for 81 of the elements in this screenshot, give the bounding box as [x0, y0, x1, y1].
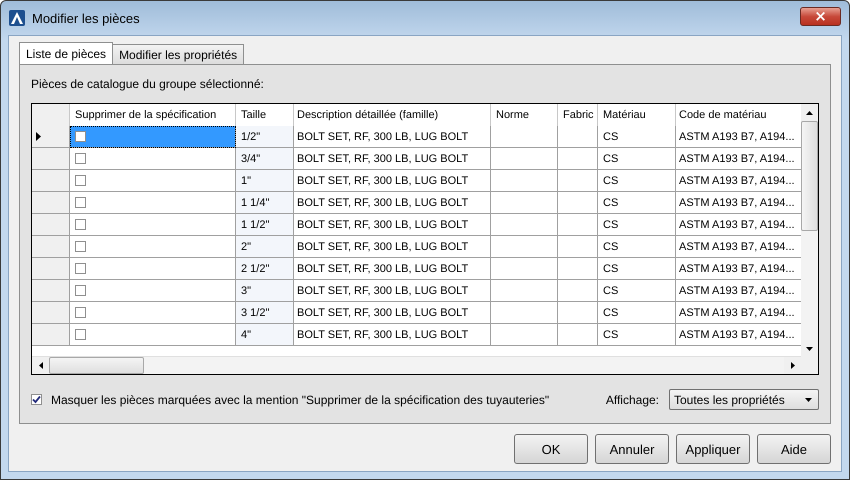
- table-cell: BOLT SET, RF, 300 LB, LUG BOLT: [294, 126, 491, 148]
- table-cell: 3/4": [236, 148, 294, 170]
- table-cell: 4": [236, 324, 294, 346]
- tab[interactable]: Liste de pièces: [19, 42, 114, 64]
- table-cell: CS: [598, 236, 676, 258]
- table-cell: BOLT SET, RF, 300 LB, LUG BOLT: [294, 280, 491, 302]
- checkbox[interactable]: [75, 219, 86, 230]
- empty-cell: [491, 280, 558, 302]
- table-cell: CS: [598, 214, 676, 236]
- empty-cell: [558, 214, 598, 236]
- table-cell: 1": [236, 170, 294, 192]
- close-button[interactable]: ×: [800, 6, 841, 26]
- table-cell: CS: [598, 170, 676, 192]
- table-cell: CS: [598, 148, 676, 170]
- table-cell: BOLT SET, RF, 300 LB, LUG BOLT: [294, 170, 491, 192]
- table-cell: BOLT SET, RF, 300 LB, LUG BOLT: [294, 236, 491, 258]
- tab[interactable]: Modifier les propriétés: [112, 44, 244, 64]
- empty-cell: [558, 236, 598, 258]
- table-cell: 1 1/2": [236, 214, 294, 236]
- checkbox[interactable]: [75, 285, 86, 296]
- checkbox[interactable]: [75, 263, 86, 274]
- empty-cell: [558, 280, 598, 302]
- dialog-button[interactable]: Appliquer: [676, 434, 750, 464]
- checkbox[interactable]: [75, 329, 86, 340]
- checkbox[interactable]: [75, 307, 86, 318]
- empty-cell: [558, 192, 598, 214]
- checkbox[interactable]: [75, 197, 86, 208]
- empty-cell: [491, 214, 558, 236]
- row-header-corner: [32, 104, 70, 126]
- table-cell: BOLT SET, RF, 300 LB, LUG BOLT: [294, 324, 491, 346]
- checkbox[interactable]: [75, 153, 86, 164]
- scroll-thumb[interactable]: [49, 357, 144, 374]
- empty-cell: [491, 324, 558, 346]
- checkbox[interactable]: [31, 394, 42, 405]
- empty-cell: [491, 236, 558, 258]
- table-cell: 3": [236, 280, 294, 302]
- checkbox[interactable]: [75, 241, 86, 252]
- checkbox[interactable]: [75, 175, 86, 186]
- table-cell: CS: [598, 126, 676, 148]
- empty-cell: [558, 302, 598, 324]
- display-dropdown[interactable]: Toutes les propriétés: [669, 389, 819, 410]
- table-cell: 1 1/4": [236, 192, 294, 214]
- section-label: Pièces de catalogue du groupe sélectionné:: [31, 77, 265, 91]
- empty-cell: [558, 148, 598, 170]
- table-cell: BOLT SET, RF, 300 LB, LUG BOLT: [294, 148, 491, 170]
- scroll-thumb[interactable]: [801, 121, 818, 231]
- app-logo-icon: [9, 10, 25, 26]
- empty-cell: [491, 126, 558, 148]
- empty-cell: [558, 324, 598, 346]
- table-cell: CS: [598, 324, 676, 346]
- table-cell: 1/2": [236, 126, 294, 148]
- window-title: Modifier les pièces: [32, 10, 141, 26]
- dialog-button[interactable]: OK: [514, 434, 588, 464]
- table-cell: 2": [236, 236, 294, 258]
- horizontal-scrollbar[interactable]: [32, 356, 801, 374]
- dialog-button[interactable]: Aide: [757, 434, 831, 464]
- table-cell: CS: [598, 192, 676, 214]
- display-label: Affichage:: [606, 392, 659, 406]
- table-cell: BOLT SET, RF, 300 LB, LUG BOLT: [294, 302, 491, 324]
- dialog-button[interactable]: Annuler: [595, 434, 669, 464]
- empty-cell: [491, 148, 558, 170]
- empty-cell: [558, 170, 598, 192]
- table-cell: BOLT SET, RF, 300 LB, LUG BOLT: [294, 258, 491, 280]
- current-row-icon: [36, 132, 41, 141]
- empty-cell: [491, 170, 558, 192]
- empty-cell: [491, 192, 558, 214]
- table-cell: 2 1/2": [236, 258, 294, 280]
- empty-cell: [491, 258, 558, 280]
- table-cell: CS: [598, 258, 676, 280]
- table-cell: BOLT SET, RF, 300 LB, LUG BOLT: [294, 214, 491, 236]
- checkbox[interactable]: [75, 131, 86, 142]
- empty-cell: [491, 302, 558, 324]
- table-cell: CS: [598, 302, 676, 324]
- table-cell: CS: [598, 280, 676, 302]
- empty-cell: [558, 126, 598, 148]
- checkbox-label[interactable]: Masquer les pièces marquées avec la mention "Supprimer de la spécification des tuyauteries": [51, 392, 550, 406]
- table-cell: BOLT SET, RF, 300 LB, LUG BOLT: [294, 192, 491, 214]
- table-cell: 3 1/2": [236, 302, 294, 324]
- dropdown-arrow-icon: [805, 398, 812, 402]
- empty-cell: [558, 258, 598, 280]
- row-header[interactable]: [32, 126, 70, 148]
